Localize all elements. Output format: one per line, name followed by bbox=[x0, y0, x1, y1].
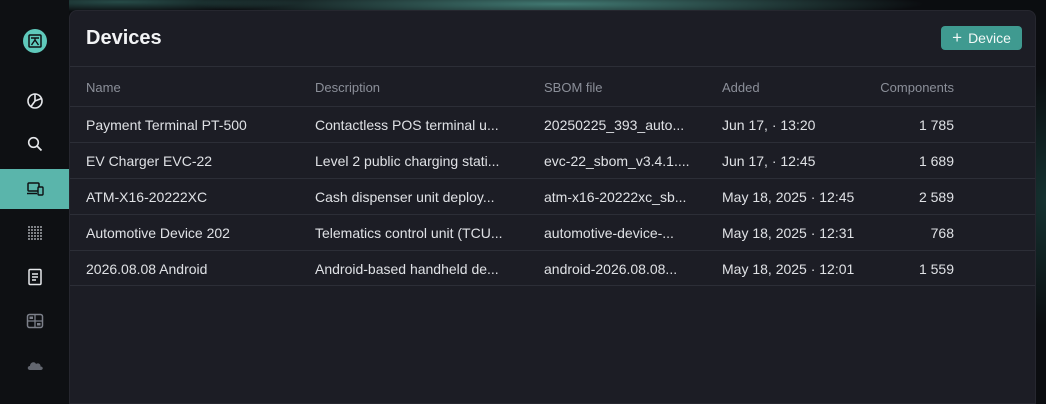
table-row[interactable]: ATM-X16-20222XC Cash dispenser unit depl… bbox=[70, 178, 1035, 214]
device-added: Jun 17, · 13:20 bbox=[722, 117, 816, 133]
app-logo-icon[interactable] bbox=[23, 29, 47, 53]
sidebar-item-dashboard[interactable] bbox=[0, 81, 69, 121]
device-name: Automotive Device 202 bbox=[86, 225, 230, 241]
device-components: 2 589 bbox=[918, 189, 954, 205]
sidebar-item-cloud[interactable] bbox=[0, 345, 69, 385]
device-description: Level 2 public charging stati... bbox=[315, 153, 500, 169]
device-description: Android-based handheld de... bbox=[315, 261, 499, 277]
column-header-name[interactable]: Name bbox=[86, 67, 301, 107]
column-header-components[interactable]: Components bbox=[866, 67, 954, 107]
device-sbom-file: atm-x16-20222xc_sb... bbox=[544, 189, 687, 205]
devices-table: Name Description SBOM file Added Compone… bbox=[70, 66, 1035, 286]
dashboard-icon bbox=[26, 93, 43, 109]
device-added: May 18, 2025 · 12:31 bbox=[722, 225, 855, 241]
device-description: Cash dispenser unit deploy... bbox=[315, 189, 495, 205]
column-header-added[interactable]: Added bbox=[722, 67, 872, 107]
device-sbom-file: android-2026.08.08... bbox=[544, 261, 678, 277]
sidebar bbox=[0, 0, 69, 404]
device-components: 768 bbox=[930, 225, 954, 241]
table-row[interactable]: Payment Terminal PT-500 Contactless POS … bbox=[70, 106, 1035, 142]
sidebar-item-search[interactable] bbox=[0, 124, 69, 164]
device-name: EV Charger EVC-22 bbox=[86, 153, 213, 169]
sidebar-item-components[interactable] bbox=[0, 301, 69, 341]
sidebar-item-reports[interactable] bbox=[0, 257, 69, 297]
device-added: May 18, 2025 · 12:01 bbox=[722, 261, 855, 277]
document-icon bbox=[27, 268, 42, 286]
column-header-sbom-file[interactable]: SBOM file bbox=[544, 67, 694, 107]
column-header-description[interactable]: Description bbox=[315, 67, 515, 107]
sidebar-item-devices[interactable] bbox=[0, 169, 69, 209]
table-header-row: Name Description SBOM file Added Compone… bbox=[70, 66, 1035, 106]
table-row[interactable]: Automotive Device 202 Telematics control… bbox=[70, 214, 1035, 250]
device-added: May 18, 2025 · 12:45 bbox=[722, 189, 855, 205]
device-components: 1 689 bbox=[918, 153, 954, 169]
cloud-icon bbox=[27, 362, 43, 370]
device-description: Contactless POS terminal u... bbox=[315, 117, 499, 133]
add-device-button[interactable]: + Device bbox=[941, 26, 1022, 50]
device-components: 1 559 bbox=[918, 261, 954, 277]
page-title: Devices bbox=[86, 27, 162, 49]
devices-panel: Devices + Device Name Description SBOM f… bbox=[69, 10, 1036, 404]
device-name: Payment Terminal PT-500 bbox=[86, 117, 247, 133]
device-sbom-file: 20250225_393_auto... bbox=[544, 117, 685, 133]
device-name: ATM-X16-20222XC bbox=[86, 189, 208, 205]
devices-icon bbox=[26, 182, 44, 196]
device-description: Telematics control unit (TCU... bbox=[315, 225, 503, 241]
add-device-button-label: Device bbox=[968, 30, 1011, 46]
device-sbom-file: automotive-device-... bbox=[544, 225, 674, 241]
device-sbom-file: evc-22_sbom_v3.4.1.... bbox=[544, 153, 690, 169]
plus-icon: + bbox=[952, 28, 963, 47]
device-components: 1 785 bbox=[918, 117, 954, 133]
dots-grid-icon bbox=[27, 226, 42, 240]
device-name: 2026.08.08 Android bbox=[86, 261, 208, 277]
search-icon bbox=[27, 136, 42, 152]
table-row[interactable]: EV Charger EVC-22 Level 2 public chargin… bbox=[70, 142, 1035, 178]
table-row[interactable]: 2026.08.08 Android Android-based handhel… bbox=[70, 250, 1035, 286]
sidebar-item-matrix[interactable] bbox=[0, 213, 69, 253]
components-icon bbox=[26, 313, 43, 329]
device-added: Jun 17, · 12:45 bbox=[722, 153, 816, 169]
